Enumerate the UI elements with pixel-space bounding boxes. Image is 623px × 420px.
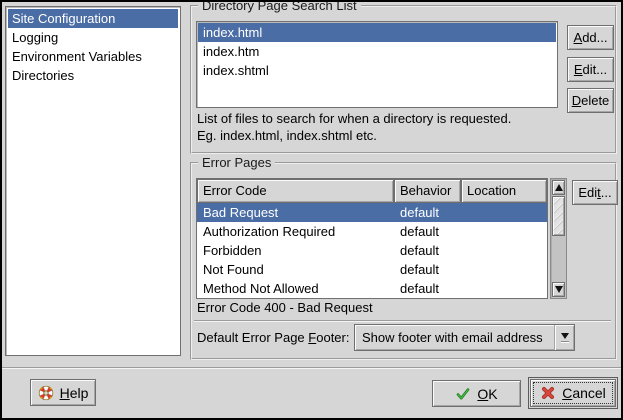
cell-error-code: Not Found bbox=[197, 260, 394, 279]
cell-error-code: Method Not Allowed bbox=[197, 279, 394, 298]
delete-button-accel: D bbox=[572, 93, 581, 108]
description-line-2: Eg. index.html, index.shtml etc. bbox=[197, 127, 377, 144]
cell-location bbox=[461, 279, 547, 298]
frame-title: Error Pages bbox=[198, 155, 275, 170]
down-arrow-icon bbox=[555, 286, 563, 293]
red-x-icon bbox=[540, 385, 556, 401]
error-pages-frame: Error Pages Error Code Behavior Location… bbox=[190, 162, 617, 360]
cancel-post: ancel bbox=[572, 385, 605, 401]
footer-label-post: ooter: bbox=[316, 330, 349, 345]
sidebar-item-logging[interactable]: Logging bbox=[8, 28, 178, 47]
search-file-list: index.html index.htm index.shtml bbox=[196, 21, 558, 108]
green-check-icon bbox=[455, 386, 471, 402]
sidebar-item-site-configuration[interactable]: Site Configuration bbox=[8, 9, 178, 28]
help-button-label: Help bbox=[60, 385, 89, 401]
help-post: elp bbox=[70, 385, 89, 401]
cell-error-code: Bad Request bbox=[197, 203, 394, 222]
chevron-down-icon bbox=[554, 325, 574, 350]
cancel-button-label: Cancel bbox=[562, 385, 606, 401]
edit-button-label: dit... bbox=[583, 62, 608, 77]
cell-location bbox=[461, 203, 547, 222]
scrollbar-thumb[interactable] bbox=[552, 196, 565, 236]
ok-accel: O bbox=[477, 386, 488, 402]
cell-error-code: Authorization Required bbox=[197, 222, 394, 241]
add-button[interactable]: Add... bbox=[567, 25, 614, 50]
error-code-status: Error Code 400 - Bad Request bbox=[197, 300, 373, 315]
footer-dropdown-value: Show footer with email address bbox=[355, 330, 554, 345]
ok-post: K bbox=[488, 386, 497, 402]
category-list: Site Configuration Logging Environment V… bbox=[5, 6, 181, 356]
column-header-error-code[interactable]: Error Code bbox=[197, 179, 394, 203]
separator bbox=[194, 320, 611, 322]
table-row[interactable]: Method Not Allowed default bbox=[197, 279, 547, 298]
cell-error-code: Forbidden bbox=[197, 241, 394, 260]
scroll-down-button[interactable] bbox=[552, 282, 565, 297]
down-arrow-icon bbox=[561, 333, 569, 339]
edit-error-page-button[interactable]: Edit... bbox=[572, 180, 618, 205]
vertical-scrollbar[interactable] bbox=[550, 178, 567, 299]
cell-behavior: default bbox=[394, 222, 461, 241]
help-button[interactable]: Help bbox=[30, 379, 96, 406]
ok-button[interactable]: OK bbox=[432, 380, 521, 407]
cancel-button-default-ring: Cancel bbox=[528, 377, 618, 409]
httpd-config-dialog: Site Configuration Logging Environment V… bbox=[0, 0, 623, 420]
footer-dropdown[interactable]: Show footer with email address bbox=[354, 324, 575, 351]
add-button-accel: A bbox=[574, 30, 583, 45]
delete-button-label: elete bbox=[581, 93, 609, 108]
description-line-1: List of files to search for when a direc… bbox=[197, 110, 511, 127]
table-row[interactable]: Forbidden default bbox=[197, 241, 547, 260]
default-error-page-footer-label: Default Error Page Footer: bbox=[197, 325, 349, 351]
separator bbox=[2, 367, 621, 369]
table-row[interactable]: Not Found default bbox=[197, 260, 547, 279]
frame-title: Directory Page Search List bbox=[198, 0, 361, 13]
list-item[interactable]: index.shtml bbox=[198, 61, 556, 80]
cell-behavior: default bbox=[394, 260, 461, 279]
directory-page-search-list-frame: Directory Page Search List index.html in… bbox=[190, 5, 617, 154]
scroll-up-button[interactable] bbox=[552, 180, 565, 195]
cell-behavior: default bbox=[394, 203, 461, 222]
sidebar-item-environment-variables[interactable]: Environment Variables bbox=[8, 47, 178, 66]
edit-button-accel: E bbox=[574, 62, 583, 77]
arrow-bar bbox=[561, 341, 569, 343]
error-pages-table: Error Code Behavior Location Bad Request… bbox=[196, 178, 548, 299]
column-header-location[interactable]: Location bbox=[461, 179, 547, 203]
life-ring-icon bbox=[38, 385, 54, 401]
sidebar-item-directories[interactable]: Directories bbox=[8, 66, 178, 85]
up-arrow-icon bbox=[555, 184, 563, 191]
cell-location bbox=[461, 241, 547, 260]
edit-error-label-post: ... bbox=[601, 185, 612, 200]
help-accel: H bbox=[60, 385, 70, 401]
list-item[interactable]: index.html bbox=[198, 23, 556, 42]
cell-behavior: default bbox=[394, 241, 461, 260]
add-button-label: dd... bbox=[582, 30, 607, 45]
delete-button[interactable]: Delete bbox=[567, 88, 614, 113]
cell-location bbox=[461, 260, 547, 279]
table-row[interactable]: Bad Request default bbox=[197, 203, 547, 222]
table-row[interactable]: Authorization Required default bbox=[197, 222, 547, 241]
ok-button-label: OK bbox=[477, 386, 497, 402]
cancel-accel: C bbox=[562, 385, 572, 401]
list-item[interactable]: index.htm bbox=[198, 42, 556, 61]
column-header-behavior[interactable]: Behavior bbox=[394, 179, 461, 203]
footer-label-pre: Default Error Page bbox=[197, 330, 308, 345]
cancel-button[interactable]: Cancel bbox=[530, 379, 616, 407]
edit-button[interactable]: Edit... bbox=[567, 57, 614, 82]
edit-error-label-pre: Edi bbox=[578, 185, 597, 200]
table-header: Error Code Behavior Location bbox=[197, 179, 547, 203]
cell-behavior: default bbox=[394, 279, 461, 298]
cell-location bbox=[461, 222, 547, 241]
